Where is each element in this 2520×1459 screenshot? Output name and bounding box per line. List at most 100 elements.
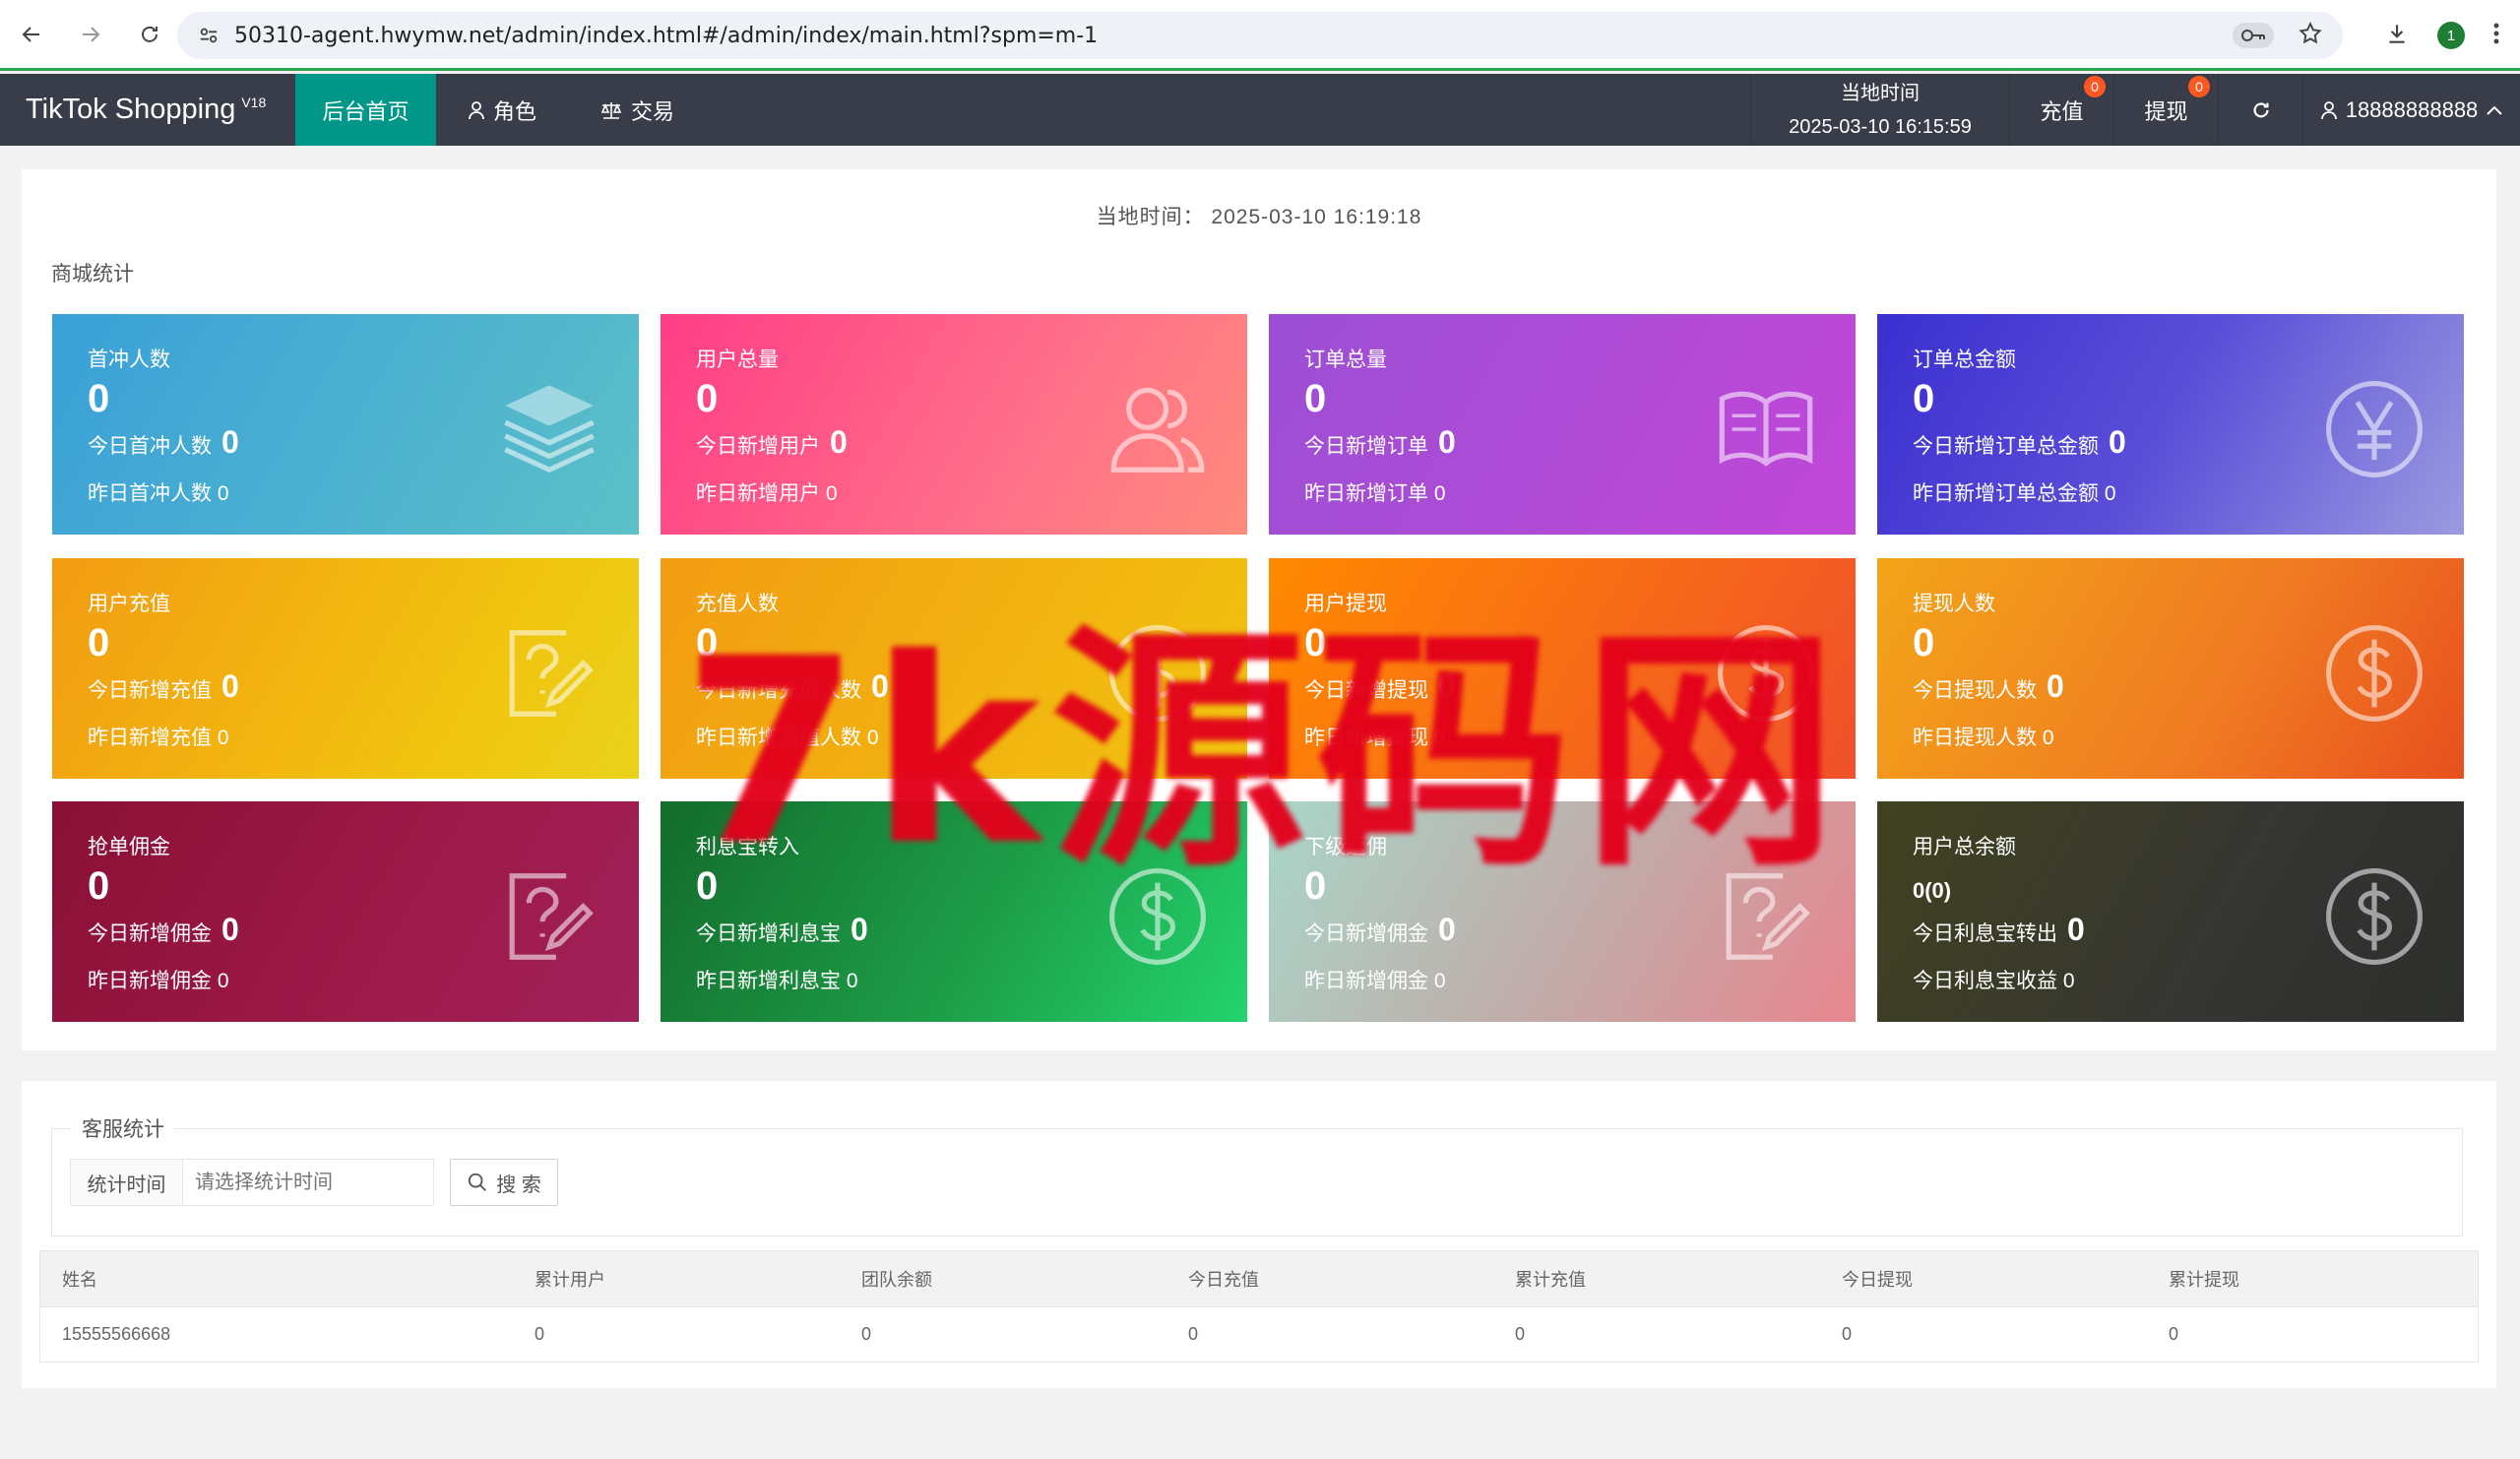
stat-card-yesterday-value: 0 [2042, 727, 2054, 749]
cell-total-users: 0 [535, 1324, 545, 1344]
stat-card: 提现人数 0 今日提现人数 0 昨日提现人数 0 [1877, 558, 2464, 779]
stat-card-title: 首冲人数 [88, 349, 170, 371]
stat-card-today-label: 今日新增利息宝 [696, 922, 841, 945]
stat-card-yesterday: 昨日新增充值人数 0 [696, 722, 879, 751]
reload-icon[interactable] [130, 15, 169, 54]
col-total-recharge: 累计充值 [1515, 1270, 1586, 1290]
stat-card-title: 用户充值 [88, 593, 170, 615]
clock-label: 当地时间 [1841, 82, 1920, 104]
nav-home-label: 后台首页 [322, 98, 410, 124]
profile-avatar[interactable]: 1 [2437, 22, 2465, 49]
password-key-icon[interactable] [2233, 23, 2274, 48]
cell-today-withdraw: 0 [1842, 1324, 1853, 1344]
stat-card-today-value: 0 [1438, 668, 1456, 704]
stat-card-today-label: 今日新增充值 [88, 679, 212, 702]
stat-card-yesterday-value: 0 [1433, 482, 1446, 505]
stat-card-today: 今日新增佣金 0 [88, 912, 239, 948]
section-title: 商城统计 [51, 263, 134, 285]
stat-card-today-value: 0 [1438, 424, 1456, 460]
version-tag: V18 [241, 94, 267, 110]
stat-card: 订单总量 0 今日新增订单 0 昨日新增订单 0 [1269, 314, 1856, 535]
stat-card-today: 今日新增佣金 0 [1304, 912, 1456, 948]
time-filter-input[interactable] [183, 1160, 433, 1205]
app-logo[interactable]: TikTok Shopping V18 [0, 74, 295, 146]
stat-card-value: 0 [1304, 864, 1327, 908]
stat-card-title: 充值人数 [696, 593, 779, 615]
user-menu[interactable]: 18888888888 [2303, 74, 2520, 146]
refresh-button[interactable] [2219, 74, 2303, 146]
question-edit-icon [495, 619, 603, 728]
service-stats-panel: 客服统计 统计时间 搜 索 姓名 累计用户 团队余额 今日充值 累计充值 今日提… [22, 1081, 2496, 1388]
stat-card-yesterday-value: 0 [846, 970, 858, 992]
stat-card: 利息宝转入 0 今日新增利息宝 0 昨日新增利息宝 0 [661, 801, 1247, 1022]
app-header: TikTok Shopping V18 后台首页 角色 交易 当地时间 2025-… [0, 74, 2520, 146]
table-row: 15555566668 0 0 0 0 0 0 [40, 1306, 2478, 1362]
stat-card-yesterday-label: 昨日新增用户 [696, 482, 820, 505]
col-today-recharge: 今日充值 [1188, 1270, 1259, 1290]
stat-card: 用户总量 0 今日新增用户 0 昨日新增用户 0 [661, 314, 1247, 535]
stat-card-today-value: 0 [2067, 912, 2085, 947]
stat-card-value: 0 [696, 864, 719, 908]
stat-card-yesterday-value: 0 [217, 970, 229, 992]
logo-text: TikTok Shopping [26, 94, 236, 125]
withdraw-button[interactable]: 提现 0 [2114, 74, 2219, 146]
stat-card-title: 提现人数 [1913, 593, 1995, 615]
recharge-button[interactable]: 充值 0 [2010, 74, 2114, 146]
stat-card-today-label: 今日新增提现 [1304, 679, 1428, 702]
stat-card-yesterday-label: 昨日新增订单 [1304, 482, 1428, 505]
stat-card-value: 0 [696, 377, 719, 420]
stat-card-yesterday-value: 0 [217, 482, 229, 505]
dollar-icon [1103, 862, 1212, 971]
col-name: 姓名 [62, 1270, 97, 1290]
bookmark-star-icon[interactable] [2298, 21, 2323, 51]
stat-card-yesterday-label: 昨日新增利息宝 [696, 970, 841, 992]
more-menu-icon[interactable] [2492, 21, 2500, 51]
stat-card-yesterday-value: 0 [825, 482, 838, 505]
refresh-icon [2253, 101, 2269, 117]
stat-card-today-label: 今日新增充值人数 [696, 679, 861, 702]
cell-total-withdraw: 0 [2169, 1324, 2179, 1344]
stat-card-yesterday-value: 0 [1433, 727, 1446, 749]
stat-card-today-value: 0 [221, 912, 239, 947]
search-button[interactable]: 搜 索 [450, 1159, 558, 1206]
stat-card-today-value: 0 [2109, 424, 2126, 460]
question-edit-icon [1712, 862, 1820, 971]
address-bar[interactable]: 50310-agent.hwymw.net/admin/index.html#/… [177, 12, 2343, 59]
stat-card-today-value: 0 [850, 912, 868, 947]
stat-card-yesterday: 今日利息宝收益 0 [1913, 965, 2075, 994]
stat-card-yesterday: 昨日新增利息宝 0 [696, 965, 858, 994]
local-time-value: 2025-03-10 16:19:18 [1211, 206, 1422, 228]
cell-today-recharge: 0 [1188, 1324, 1199, 1344]
scale-icon [600, 101, 622, 119]
stat-card-today: 今日提现人数 0 [1913, 668, 2064, 705]
stat-card: 用户充值 0 今日新增充值 0 昨日新增充值 0 [52, 558, 639, 779]
stat-card-today: 今日新增提现 0 [1304, 668, 1456, 705]
local-time: 当地时间： 2025-03-10 16:19:18 [22, 201, 2496, 230]
stat-card-value: 0 [1913, 377, 1935, 420]
download-icon[interactable] [2384, 21, 2410, 51]
stat-card-yesterday: 昨日首冲人数 0 [88, 477, 229, 507]
user-name: 18888888888 [2345, 96, 2479, 122]
header-clock: 当地时间 2025-03-10 16:15:59 [1750, 74, 2010, 146]
nav-role[interactable]: 角色 [436, 74, 568, 146]
stat-card-value: 0 [696, 621, 719, 665]
col-total-users: 累计用户 [535, 1270, 605, 1290]
stat-card-today-label: 今日利息宝转出 [1913, 922, 2057, 945]
nav-trade-label: 交易 [631, 98, 675, 124]
search-label: 搜 索 [496, 1174, 541, 1196]
search-icon [469, 1173, 487, 1191]
stat-card-value: 0 [88, 377, 110, 420]
nav-trade[interactable]: 交易 [568, 74, 706, 146]
stat-card-yesterday-label: 昨日新增订单总金额 [1913, 482, 2099, 505]
stat-card-today-value: 0 [2047, 668, 2064, 704]
back-icon[interactable] [12, 15, 51, 54]
stat-card: 充值人数 0 今日新增充值人数 0 昨日新增充值人数 0 [661, 558, 1247, 779]
forward-icon[interactable] [71, 15, 110, 54]
time-filter-label: 统计时间 [71, 1160, 183, 1205]
nav-home[interactable]: 后台首页 [295, 74, 436, 146]
mall-stats-panel: 当地时间： 2025-03-10 16:19:18 商城统计 首冲人数 0 今日首冲… [22, 169, 2496, 1050]
stat-card-today-label: 今日新增订单总金额 [1913, 435, 2099, 458]
site-settings-icon[interactable] [189, 25, 228, 46]
withdraw-badge: 0 [2188, 76, 2210, 97]
users-icon [1103, 375, 1212, 483]
